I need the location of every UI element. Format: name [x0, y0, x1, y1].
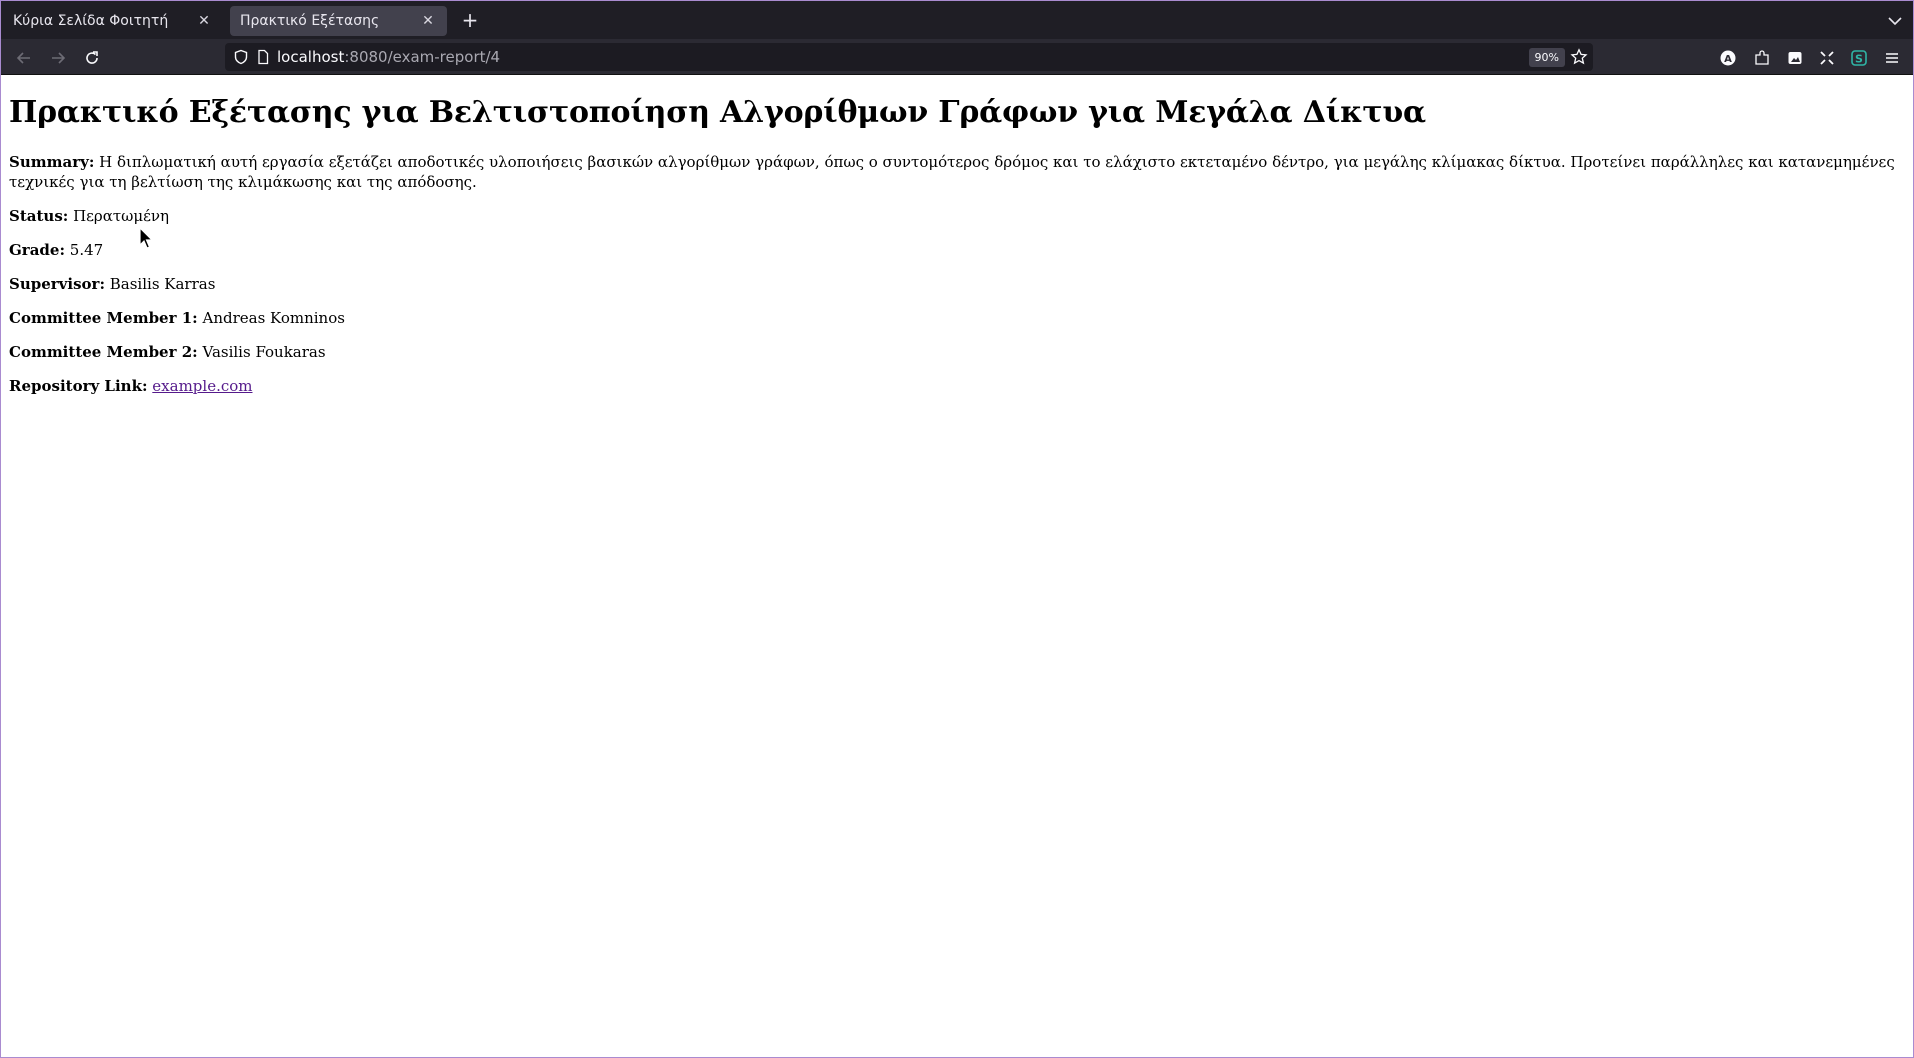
url-path: :8080/exam-report/4 — [344, 48, 501, 66]
status-label: Status: — [9, 207, 69, 225]
account-icon[interactable]: A — [1717, 47, 1739, 69]
zoom-level-badge[interactable]: 90% — [1528, 48, 1565, 67]
browser-window: Κύρια Σελίδα Φοιτητή ✕ Πρακτικό Εξέτασης… — [0, 0, 1914, 1058]
status-row: Status: Περατωμένη — [9, 206, 1905, 226]
committee-member-1-value: Andreas Komninos — [202, 309, 345, 327]
repository-row: Repository Link: example.com — [9, 376, 1905, 396]
committee-member-2-row: Committee Member 2: Vasilis Foukaras — [9, 342, 1905, 362]
tab-exam-report[interactable]: Πρακτικό Εξέτασης ✕ — [230, 6, 447, 36]
supervisor-value: Basilis Karras — [109, 275, 216, 293]
url-text[interactable]: localhost:8080/exam-report/4 — [277, 48, 500, 66]
tab-strip: Κύρια Σελίδα Φοιτητή ✕ Πρακτικό Εξέτασης… — [1, 1, 1913, 39]
address-bar[interactable]: localhost:8080/exam-report/4 90% — [225, 43, 1593, 71]
fullscreen-icon[interactable] — [1816, 47, 1838, 69]
summary-label: Summary: — [9, 153, 95, 171]
hamburger-icon[interactable] — [1881, 47, 1903, 69]
svg-text:A: A — [1724, 54, 1732, 65]
page-content: Πρακτικό Εξέτασης για Βελτιστοποίηση Αλγ… — [1, 76, 1913, 410]
s-extension-icon[interactable]: S — [1848, 47, 1870, 69]
supervisor-label: Supervisor: — [9, 275, 105, 293]
supervisor-row: Supervisor: Basilis Karras — [9, 274, 1905, 294]
grade-value: 5.47 — [69, 241, 104, 259]
committee-member-2-value: Vasilis Foukaras — [202, 343, 326, 361]
tab-student-home[interactable]: Κύρια Σελίδα Φοιτητή ✕ — [3, 6, 223, 36]
repository-label: Repository Link: — [9, 377, 148, 395]
tab-title: Κύρια Σελίδα Φοιτητή — [13, 13, 169, 29]
status-value: Περατωμένη — [73, 207, 170, 225]
committee-member-2-label: Committee Member 2: — [9, 343, 198, 361]
committee-member-1-label: Committee Member 1: — [9, 309, 198, 327]
mouse-cursor-icon — [139, 226, 155, 251]
committee-member-1-row: Committee Member 1: Andreas Komninos — [9, 308, 1905, 328]
chevron-down-icon[interactable] — [1885, 11, 1905, 31]
summary-row: Summary: Η διπλωματική αυτή εργασία εξετ… — [9, 152, 1905, 192]
star-icon[interactable] — [1570, 48, 1588, 66]
grade-row: Grade: 5.47 — [9, 240, 1905, 260]
page-title: Πρακτικό Εξέτασης για Βελτιστοποίηση Αλγ… — [9, 95, 1426, 130]
svg-text:S: S — [1855, 53, 1863, 66]
summary-value: Η διπλωματική αυτή εργασία εξετάζει αποδ… — [9, 153, 1895, 191]
navigation-toolbar: localhost:8080/exam-report/4 90% A S — [1, 39, 1913, 75]
close-icon[interactable]: ✕ — [195, 12, 213, 30]
grade-label: Grade: — [9, 241, 66, 259]
url-host: localhost — [277, 48, 345, 66]
tab-title: Πρακτικό Εξέτασης — [240, 13, 380, 29]
shield-icon[interactable] — [233, 49, 249, 65]
repository-link[interactable]: example.com — [152, 377, 252, 395]
image-extension-icon[interactable] — [1784, 47, 1806, 69]
close-icon[interactable]: ✕ — [419, 12, 437, 30]
arrow-right-icon[interactable] — [47, 47, 69, 69]
extensions-icon[interactable] — [1751, 47, 1773, 69]
arrow-left-icon[interactable] — [13, 47, 35, 69]
reload-icon[interactable] — [81, 47, 103, 69]
new-tab-plus-icon[interactable]: + — [459, 10, 481, 32]
page-icon — [255, 49, 271, 65]
